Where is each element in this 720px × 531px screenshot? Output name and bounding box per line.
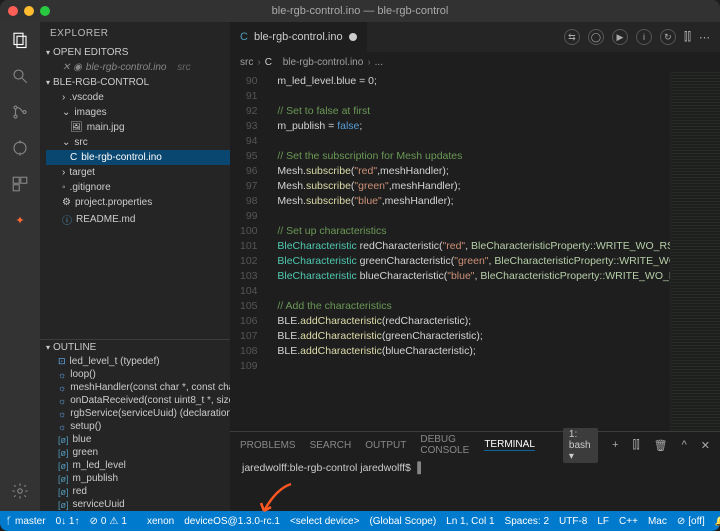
status-bar: ᚶ master 0↓ 1↑ ⊘0 ⚠1 xenon deviceOS@1.3.… xyxy=(0,511,720,531)
status-target[interactable]: xenon xyxy=(147,516,174,527)
chevron-down-icon: ▾ xyxy=(46,343,50,352)
dirty-indicator-icon xyxy=(349,33,357,41)
outline-item[interactable]: [ø]red xyxy=(40,485,230,498)
breadcrumbs[interactable]: src› C ble-rgb-control.ino› ... xyxy=(230,52,720,72)
folder-vscode[interactable]: › .vscode xyxy=(46,90,230,105)
line-gutter: 9091929394959697989910010110210310410510… xyxy=(230,72,264,431)
code-content[interactable]: m_led_level.blue = 0; // Set to false at… xyxy=(264,72,670,431)
circle-icon[interactable]: ◯ xyxy=(588,29,604,45)
editor-tabs: Cble-rgb-control.ino ⇆ ◯ ▶ i ↻ ⫿⫿ ⋯ xyxy=(230,22,720,52)
project-label: BLE-RGB-CONTROL xyxy=(53,77,149,88)
status-scope[interactable]: (Global Scope) xyxy=(369,516,436,527)
minimap[interactable] xyxy=(670,72,720,431)
open-editors-label: OPEN EDITORS xyxy=(53,47,128,58)
tab-actions: ⇆ ◯ ▶ i ↻ ⫿⫿ ⋯ xyxy=(554,22,720,52)
outline-item[interactable]: ☼onDataReceived(const uint8_t *, size_t,… xyxy=(40,394,230,407)
crumb[interactable]: src xyxy=(240,57,253,68)
particle-icon[interactable]: ✦ xyxy=(10,210,30,230)
file-mainjpg[interactable]: 🖼 main.jpg xyxy=(46,120,230,135)
activity-bar: ✦ xyxy=(0,22,40,511)
outline-item[interactable]: [ø]green xyxy=(40,446,230,459)
split-terminal-icon[interactable]: ⫿⫿ xyxy=(633,439,640,452)
panel-tab-search[interactable]: SEARCH xyxy=(310,440,352,451)
outline-header[interactable]: ▾OUTLINE xyxy=(40,340,230,355)
outline-item[interactable]: [ø]serviceUuid xyxy=(40,498,230,511)
tab-label: ble-rgb-control.ino xyxy=(254,31,343,43)
project-header[interactable]: ▾BLE-RGB-CONTROL xyxy=(40,75,230,90)
kill-terminal-icon[interactable]: 🗑 xyxy=(654,439,668,452)
more-icon[interactable]: ⋯ xyxy=(699,31,710,44)
status-device[interactable]: <select device> xyxy=(290,516,360,527)
panel-tab-terminal[interactable]: TERMINAL xyxy=(484,439,535,451)
crumb[interactable]: ... xyxy=(375,57,383,68)
sidebar-title: EXPLORER xyxy=(40,22,230,45)
terminal-body[interactable]: jaredwolff:ble-rgb-control jaredwolff$ ▌ xyxy=(230,458,720,478)
panel-tab-output[interactable]: OUTPUT xyxy=(365,440,406,451)
crumb[interactable]: ble-rgb-control.ino xyxy=(283,57,364,68)
main-area: Cble-rgb-control.ino ⇆ ◯ ▶ i ↻ ⫿⫿ ⋯ src›… xyxy=(230,22,720,511)
status-sync[interactable]: 0↓ 1↑ xyxy=(56,516,80,527)
status-branch[interactable]: ᚶ master xyxy=(6,516,46,527)
status-bell-icon[interactable]: 🔔 xyxy=(715,516,720,527)
status-lncol[interactable]: Ln 1, Col 1 xyxy=(446,516,494,527)
status-deviceos[interactable]: deviceOS@1.3.0-rc.1 xyxy=(184,516,280,527)
code-editor[interactable]: 9091929394959697989910010110210310410510… xyxy=(230,72,670,431)
status-language[interactable]: C++ xyxy=(619,516,638,527)
close-panel-icon[interactable]: ✕ xyxy=(701,439,710,452)
maximize-panel-icon[interactable]: ^ xyxy=(682,439,687,451)
panel-tab-problems[interactable]: PROBLEMS xyxy=(240,440,296,451)
settings-icon[interactable] xyxy=(10,481,30,501)
outline-item[interactable]: [ø]m_led_level xyxy=(40,459,230,472)
refresh-icon[interactable]: ↻ xyxy=(660,29,676,45)
bottom-panel: PROBLEMS SEARCH OUTPUT DEBUG CONSOLE TER… xyxy=(230,431,720,511)
outline-list: ⊡led_level_t (typedef) ☼loop() ☼meshHand… xyxy=(40,355,230,511)
new-terminal-icon[interactable]: + xyxy=(612,439,618,451)
info-icon[interactable]: i xyxy=(636,29,652,45)
status-encoding[interactable]: UTF-8 xyxy=(559,516,587,527)
debug-icon[interactable] xyxy=(10,138,30,158)
tab-file[interactable]: Cble-rgb-control.ino xyxy=(230,22,368,52)
outline-label: OUTLINE xyxy=(53,342,96,353)
file-gitignore[interactable]: ◦ .gitignore xyxy=(46,180,230,195)
titlebar: ble-rgb-control.ino — ble-rgb-control xyxy=(0,0,720,22)
search-icon[interactable] xyxy=(10,66,30,86)
outline-item[interactable]: ☼loop() xyxy=(40,368,230,381)
panel-tab-debug[interactable]: DEBUG CONSOLE xyxy=(420,434,470,456)
outline-item[interactable]: ⊡led_level_t (typedef) xyxy=(40,355,230,368)
extensions-icon[interactable] xyxy=(10,174,30,194)
play-icon[interactable]: ▶ xyxy=(612,29,628,45)
folder-target[interactable]: › target xyxy=(46,165,230,180)
sidebar: EXPLORER ▾OPEN EDITORS ✕ ◉ ble-rgb-contr… xyxy=(40,22,230,511)
open-editor-item[interactable]: ✕ ◉ ble-rgb-control.ino src xyxy=(46,60,230,75)
chevron-down-icon: ▾ xyxy=(46,48,50,57)
chevron-down-icon: ▾ xyxy=(46,78,50,87)
file-project-properties[interactable]: ⚙ project.properties xyxy=(46,195,230,210)
outline-item[interactable]: ☼meshHandler(const char *, const char *) xyxy=(40,381,230,394)
scm-icon[interactable] xyxy=(10,102,30,122)
folder-src[interactable]: ⌄ src xyxy=(46,135,230,150)
status-eol[interactable]: LF xyxy=(597,516,609,527)
outline-item[interactable]: ☼rgbService(serviceUuid) (declaration) xyxy=(40,407,230,420)
status-errors[interactable]: ⊘0 ⚠1 xyxy=(89,516,126,527)
file-ble-rgb-control[interactable]: C ble-rgb-control.ino xyxy=(46,150,230,165)
outline-item[interactable]: [ø]m_publish xyxy=(40,472,230,485)
file-readme[interactable]: ⓘ README.md xyxy=(46,210,230,229)
compare-icon[interactable]: ⇆ xyxy=(564,29,580,45)
open-editors-header[interactable]: ▾OPEN EDITORS xyxy=(40,45,230,60)
status-off[interactable]: ⊘ [off] xyxy=(677,516,705,527)
split-icon[interactable]: ⫿⫿ xyxy=(684,31,691,44)
window-title: ble-rgb-control.ino — ble-rgb-control xyxy=(0,5,720,17)
folder-images[interactable]: ⌄ images xyxy=(46,105,230,120)
status-spaces[interactable]: Spaces: 2 xyxy=(505,516,549,527)
status-os[interactable]: Mac xyxy=(648,516,667,527)
explorer-icon[interactable] xyxy=(10,30,30,50)
outline-item[interactable]: [ø]blue xyxy=(40,433,230,446)
outline-item[interactable]: ☼setup() xyxy=(40,420,230,433)
